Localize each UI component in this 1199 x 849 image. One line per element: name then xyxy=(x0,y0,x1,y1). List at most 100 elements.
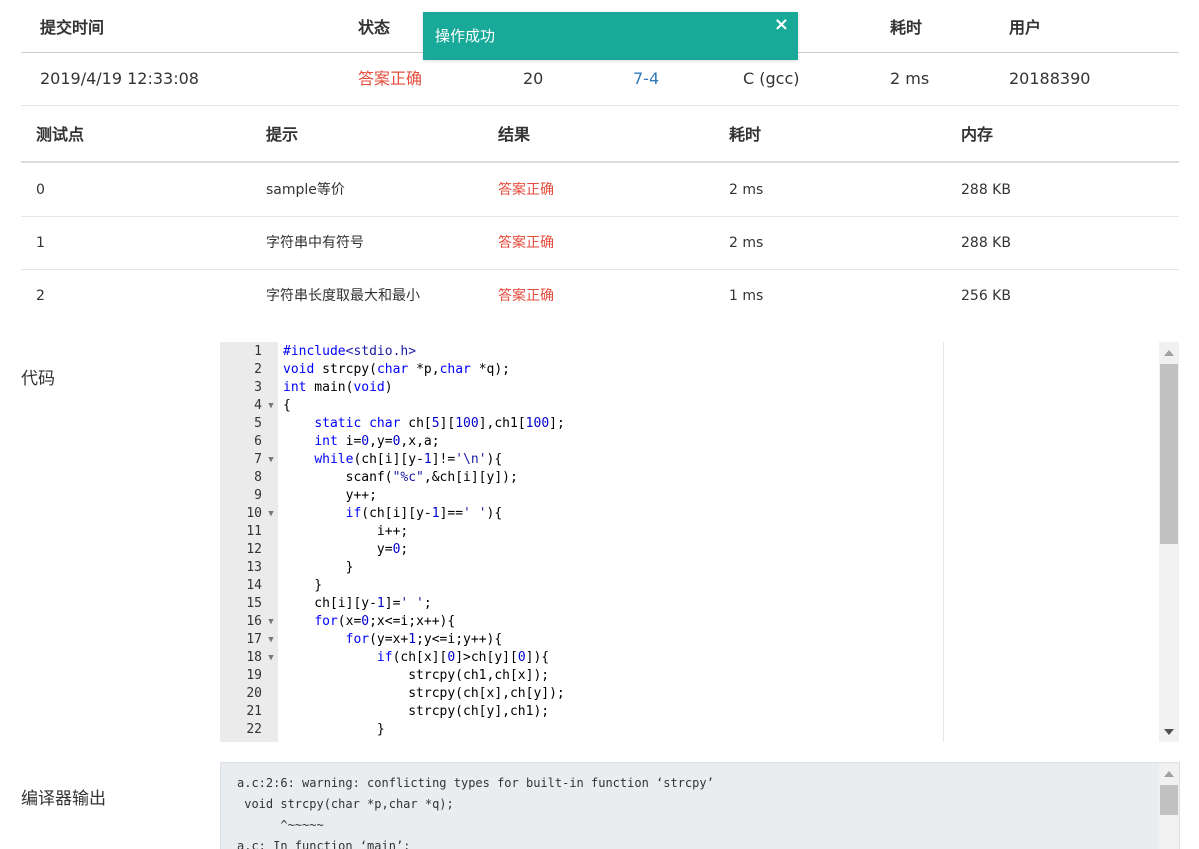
problem-link[interactable]: 7-4 xyxy=(633,53,659,105)
code-line[interactable]: 13 } xyxy=(220,559,1179,577)
testcase-hint: sample等价 xyxy=(266,182,345,198)
testcase-memory: 288 KB xyxy=(961,182,1011,198)
header-duration: 耗时 xyxy=(890,18,923,37)
table-row: 2 字符串长度取最大和最小 答案正确 1 ms 256 KB xyxy=(21,270,1179,322)
line-number: 20 xyxy=(246,686,262,701)
line-number: 10 xyxy=(246,506,262,521)
fold-arrow-icon[interactable]: ▼ xyxy=(265,631,277,649)
header-testcase: 测试点 xyxy=(36,125,85,144)
code-text: #include<stdio.h> xyxy=(283,344,417,359)
code-line[interactable]: 8 scanf("%c",&ch[i][y]); xyxy=(220,469,1179,487)
code-text: ch[i][y-1]=' '; xyxy=(283,596,432,611)
code-text: int i=0,y=0,x,a; xyxy=(314,434,440,449)
code-text: } xyxy=(283,722,385,737)
code-line[interactable]: 16 ▼ for(x=0;x<=i;x++){ xyxy=(220,613,1179,631)
line-number: 8 xyxy=(254,470,262,485)
line-number: 6 xyxy=(254,434,262,449)
editor-scrollbar[interactable] xyxy=(1159,342,1179,742)
code-lines[interactable]: 1 #include<stdio.h> 2 void strcpy(char *p,c… xyxy=(220,343,1179,742)
code-line[interactable]: 5 static char ch[5][100],ch1[100]; xyxy=(220,415,1179,433)
testcase-hint: 字符串长度取最大和最小 xyxy=(266,288,420,304)
close-icon[interactable]: × xyxy=(774,14,789,35)
header-time: 耗时 xyxy=(729,125,762,144)
code-text: if(ch[i][y-1]==' '){ xyxy=(345,506,503,521)
code-text: } xyxy=(283,578,323,593)
testcase-time: 2 ms xyxy=(729,182,764,198)
header-hint: 提示 xyxy=(266,125,299,144)
testcase-result: 答案正确 xyxy=(498,235,554,251)
submission-time: 2019/4/19 12:33:08 xyxy=(40,69,199,88)
code-line[interactable]: 9 y++; xyxy=(220,487,1179,505)
header-user: 用户 xyxy=(1009,18,1042,37)
line-number: 1 xyxy=(254,344,262,359)
compiler-output-text: a.c:2:6: warning: conflicting types for … xyxy=(237,776,714,849)
code-line[interactable]: 22 } xyxy=(220,721,1179,739)
scroll-thumb[interactable] xyxy=(1160,364,1178,544)
code-text: if(ch[x][0]>ch[y][0]){ xyxy=(376,650,550,665)
code-text: { xyxy=(283,398,291,413)
table-row: 0 sample等价 答案正确 2 ms 288 KB xyxy=(21,164,1179,217)
testcase-id: 2 xyxy=(36,288,45,304)
line-number: 14 xyxy=(246,578,262,593)
submission-row: 2019/4/19 12:33:08 答案正确 20 7-4 C (gcc) 2… xyxy=(21,53,1179,106)
fold-arrow-icon[interactable]: ▼ xyxy=(265,649,277,667)
scroll-up-icon[interactable] xyxy=(1164,771,1174,777)
code-line[interactable]: 3 int main(void) xyxy=(220,379,1179,397)
fold-arrow-icon[interactable]: ▼ xyxy=(265,613,277,631)
code-label: 代码 xyxy=(21,369,55,389)
line-number: 2 xyxy=(254,362,262,377)
fold-arrow-icon[interactable]: ▼ xyxy=(265,451,277,469)
code-text: strcpy(ch1,ch[x]); xyxy=(283,668,550,683)
code-line[interactable]: 4 ▼ { xyxy=(220,397,1179,415)
code-text: for(x=0;x<=i;x++){ xyxy=(314,614,456,629)
code-line[interactable]: 1 #include<stdio.h> xyxy=(220,343,1179,361)
testcase-table-header: 测试点 提示 结果 耗时 内存 xyxy=(21,108,1179,163)
line-number: 11 xyxy=(246,524,262,539)
submission-status: 答案正确 xyxy=(358,69,423,88)
code-line[interactable]: 17 ▼ for(y=x+1;y<=i;y++){ xyxy=(220,631,1179,649)
code-line[interactable]: 15 ch[i][y-1]=' '; xyxy=(220,595,1179,613)
testcase-id: 1 xyxy=(36,235,45,251)
line-number: 22 xyxy=(246,722,262,737)
code-text: while(ch[i][y-1]!='\n'){ xyxy=(314,452,503,467)
fold-arrow-icon[interactable]: ▼ xyxy=(265,397,277,415)
line-number: 15 xyxy=(246,596,262,611)
submission-duration: 2 ms xyxy=(890,69,930,88)
code-text: static char ch[5][100],ch1[100]; xyxy=(314,416,565,431)
code-line[interactable]: 10 ▼ if(ch[i][y-1]==' '){ xyxy=(220,505,1179,523)
testcase-result: 答案正确 xyxy=(498,288,554,304)
testcase-time: 2 ms xyxy=(729,235,764,251)
scroll-down-icon[interactable] xyxy=(1164,729,1174,735)
submission-user: 20188390 xyxy=(1009,69,1091,88)
code-text: y=0; xyxy=(283,542,409,557)
header-result: 结果 xyxy=(498,125,531,144)
code-line[interactable]: 14 } xyxy=(220,577,1179,595)
testcase-result: 答案正确 xyxy=(498,182,554,198)
code-line[interactable]: 21 strcpy(ch[y],ch1); xyxy=(220,703,1179,721)
code-line[interactable]: 2 void strcpy(char *p,char *q); xyxy=(220,361,1179,379)
code-line[interactable]: 7 ▼ while(ch[i][y-1]!='\n'){ xyxy=(220,451,1179,469)
line-number: 18 xyxy=(246,650,262,665)
code-text: int main(void) xyxy=(283,380,393,395)
testcase-memory: 288 KB xyxy=(961,235,1011,251)
line-number: 9 xyxy=(254,488,262,503)
line-number: 7 xyxy=(254,452,262,467)
line-number: 4 xyxy=(254,398,262,413)
code-line[interactable]: 6 int i=0,y=0,x,a; xyxy=(220,433,1179,451)
code-line[interactable]: 18 ▼ if(ch[x][0]>ch[y][0]){ xyxy=(220,649,1179,667)
code-line[interactable]: 12 y=0; xyxy=(220,541,1179,559)
fold-arrow-icon[interactable]: ▼ xyxy=(265,505,277,523)
compiler-scrollbar[interactable] xyxy=(1159,763,1179,849)
code-editor[interactable]: 1 #include<stdio.h> 2 void strcpy(char *p,c… xyxy=(220,342,1179,742)
code-text: for(y=x+1;y<=i;y++){ xyxy=(345,632,503,647)
toast-message: 操作成功 xyxy=(435,27,496,45)
scroll-thumb[interactable] xyxy=(1160,785,1178,815)
compiler-output-label: 编译器输出 xyxy=(21,789,106,809)
code-line[interactable]: 11 i++; xyxy=(220,523,1179,541)
code-line[interactable]: 20 strcpy(ch[x],ch[y]); xyxy=(220,685,1179,703)
code-line[interactable]: 19 strcpy(ch1,ch[x]); xyxy=(220,667,1179,685)
submission-score: 20 xyxy=(523,69,544,88)
scroll-up-icon[interactable] xyxy=(1164,350,1174,356)
code-text: i++; xyxy=(283,524,409,539)
line-number: 16 xyxy=(246,614,262,629)
